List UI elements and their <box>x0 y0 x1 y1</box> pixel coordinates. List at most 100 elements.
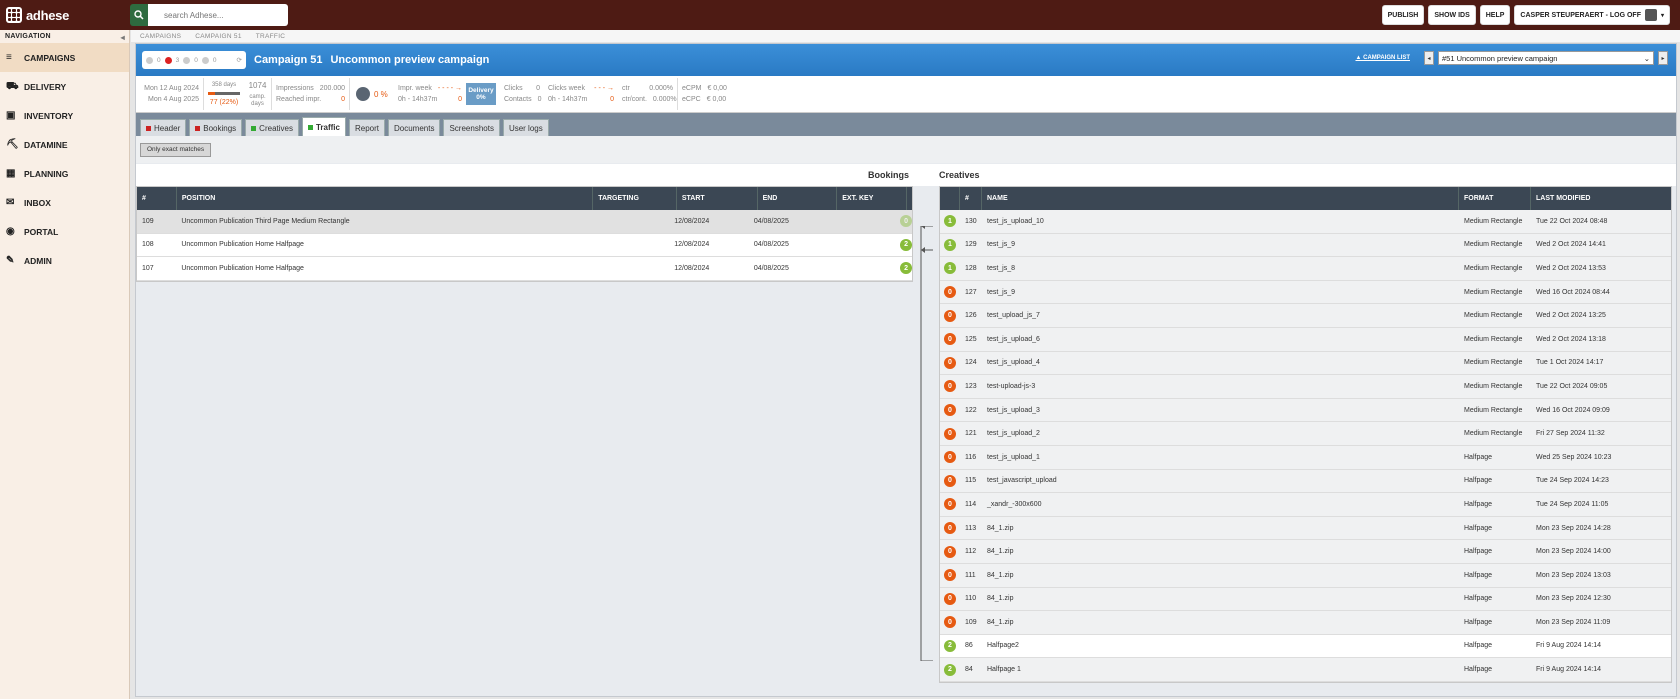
col-header[interactable]: LAST MODIFIED <box>1531 187 1671 210</box>
table-row[interactable]: 0 110 84_1.zip Halfpage Mon 23 Sep 2024 12:3… <box>940 587 1671 612</box>
sidebar-item-inbox[interactable]: ✉ INBOX <box>0 188 129 217</box>
tab-screenshots[interactable]: Screenshots <box>443 119 500 136</box>
refresh-icon[interactable]: ⟳ <box>237 56 242 64</box>
collapse-icon[interactable]: ◂ <box>121 33 125 42</box>
booking-count-badge[interactable]: 0 <box>944 380 956 393</box>
portal-icon: ◉ <box>6 225 15 237</box>
col-header[interactable]: TARGETING <box>593 187 677 210</box>
col-header[interactable]: FORMAT <box>1459 187 1531 210</box>
tab-header[interactable]: Header <box>140 119 187 136</box>
booking-count-badge[interactable]: 2 <box>944 639 956 652</box>
sidebar-item-planning[interactable]: ▦ PLANNING <box>0 159 129 188</box>
booking-count-badge[interactable]: 0 <box>944 498 956 511</box>
booking-count-badge[interactable]: 1 <box>944 215 956 228</box>
logoff-button[interactable]: CASPER STEUPERAERT - LOG OFF ▾ <box>1514 5 1670 25</box>
table-row[interactable]: 0 123 test-upload-js-3 Medium Rectangle Tue … <box>940 375 1671 399</box>
booking-count-badge[interactable]: 0 <box>944 333 956 346</box>
sidebar-item-portal[interactable]: ◉ PORTAL <box>0 217 129 246</box>
breadcrumb-campaign[interactable]: CAMPAIGN 51 <box>191 33 246 40</box>
cell-id: 116 <box>965 453 977 461</box>
cell-format: Medium Rectangle <box>1464 359 1523 367</box>
help-button[interactable]: HELP <box>1479 5 1511 25</box>
campaign-select[interactable]: #51 Uncommon preview campaign ⌄ <box>1438 51 1654 65</box>
booking-count-badge[interactable]: 2 <box>944 663 956 676</box>
table-row[interactable]: 0 122 test_js_upload_3 Medium Rectangle Wed … <box>940 398 1671 423</box>
cell-name: test_js_upload_1 <box>987 453 1040 461</box>
table-row[interactable]: 2 86 Halfpage2 Halfpage Fri 9 Aug 2024 14:14 <box>940 634 1671 659</box>
booking-count-badge[interactable]: 0 <box>944 569 956 582</box>
booking-count-badge[interactable]: 0 <box>944 356 956 369</box>
table-row[interactable]: 2 84 Halfpage 1 Halfpage Fri 9 Aug 2024 14:1… <box>940 658 1671 682</box>
booking-count-badge[interactable]: 0 <box>944 309 956 322</box>
tab-documents[interactable]: Documents <box>388 119 441 136</box>
impr-week-time: 0h - 14h37m <box>398 96 438 103</box>
table-row[interactable]: 0 109 84_1.zip Halfpage Mon 23 Sep 2024 11:0… <box>940 611 1671 635</box>
booking-count-badge[interactable]: 0 <box>944 545 956 558</box>
breadcrumb-campaigns[interactable]: CAMPAIGNS <box>136 33 185 40</box>
table-row[interactable]: 108 Uncommon Publication Home Halfpage 12/… <box>137 233 912 258</box>
cell-format: Halfpage <box>1464 477 1493 485</box>
tab-user-logs[interactable]: User logs <box>502 119 549 136</box>
publish-button[interactable]: PUBLISH <box>1381 5 1425 25</box>
sidebar-item-inventory[interactable]: ▣ INVENTORY <box>0 101 129 130</box>
table-row[interactable]: 0 124 test_js_upload_4 Medium Rectangle Tue … <box>940 351 1671 376</box>
table-row[interactable]: 0 115 test_javascript_upload Halfpage Tue 24… <box>940 469 1671 494</box>
booking-count-badge[interactable]: 0 <box>944 286 956 299</box>
table-row[interactable]: 1 129 test_js_9 Medium Rectangle Wed 2 Oct 2… <box>940 233 1671 258</box>
table-row[interactable]: 0 116 test_js_upload_1 Halfpage Wed 25 Sep 2… <box>940 445 1671 470</box>
sidebar-item-delivery[interactable]: ⛟ DELIVERY <box>0 72 129 101</box>
col-header[interactable]: EXT. KEY <box>837 187 907 210</box>
search-icon[interactable] <box>130 4 148 26</box>
next-campaign-button[interactable]: ▸ <box>1658 51 1668 65</box>
col-header[interactable]: START <box>677 187 758 210</box>
campaign-nav: ▲ CAMPAIGN LIST ◂ #51 Uncommon preview c… <box>1356 51 1668 65</box>
booking-count-badge[interactable]: 1 <box>944 262 956 275</box>
tab-report[interactable]: Report <box>348 119 385 136</box>
table-row[interactable]: 0 112 84_1.zip Halfpage Mon 23 Sep 2024 14:0… <box>940 540 1671 564</box>
match-count-badge[interactable]: 0 <box>900 215 912 228</box>
tab-label: Header <box>154 123 181 133</box>
booking-count-badge[interactable]: 0 <box>944 404 956 417</box>
sidebar-item-datamine[interactable]: ⛏ DATAMINE <box>0 130 129 159</box>
col-header[interactable]: # <box>137 187 177 210</box>
table-row[interactable]: 0 113 84_1.zip Halfpage Mon 23 Sep 2024 14:2… <box>940 516 1671 541</box>
booking-count-badge[interactable]: 0 <box>944 427 956 440</box>
sidebar-item-campaigns[interactable]: ≡ CAMPAIGNS <box>0 43 129 72</box>
col-header[interactable] <box>940 187 960 210</box>
table-row[interactable]: 0 114 _xandr_-300x600 Halfpage Tue 24 Sep 20… <box>940 493 1671 517</box>
booking-count-badge[interactable]: 0 <box>944 522 956 535</box>
sidebar-item-admin[interactable]: ✎ ADMIN <box>0 246 129 275</box>
col-header[interactable]: END <box>758 187 838 210</box>
col-header[interactable]: POSITION <box>177 187 594 210</box>
search-input[interactable] <box>148 4 288 26</box>
booking-count-badge[interactable]: 0 <box>944 592 956 605</box>
table-row[interactable]: 0 127 test_js_9 Medium Rectangle Wed 16 Oct … <box>940 280 1671 305</box>
col-header[interactable]: # <box>960 187 982 210</box>
booking-count-badge[interactable]: 1 <box>944 238 956 251</box>
booking-count-badge[interactable]: 0 <box>944 616 956 629</box>
tab-traffic[interactable]: Traffic <box>301 117 346 136</box>
booking-count-badge[interactable]: 0 <box>944 474 956 487</box>
table-row[interactable]: 109 Uncommon Publication Third Page Mediu… <box>137 210 912 234</box>
breadcrumb-traffic[interactable]: TRAFFIC <box>252 33 290 40</box>
booking-count-badge[interactable]: 0 <box>944 451 956 464</box>
match-count-badge[interactable]: 2 <box>900 238 912 251</box>
table-row[interactable]: 1 128 test_js_8 Medium Rectangle Wed 2 Oct 2… <box>940 257 1671 281</box>
only-exact-matches-button[interactable]: Only exact matches <box>140 142 212 157</box>
table-row[interactable]: 0 125 test_js_upload_6 Medium Rectangle Wed … <box>940 327 1671 352</box>
match-count-badge[interactable]: 2 <box>900 262 912 275</box>
table-row[interactable]: 1 130 test_js_upload_10 Medium Rectangle Tue… <box>940 210 1671 234</box>
table-row[interactable]: 0 126 test_upload_js_7 Medium Rectangle Wed … <box>940 304 1671 328</box>
logo[interactable]: adhese <box>6 7 69 23</box>
col-header[interactable]: NAME <box>982 187 1459 210</box>
cell-format: Halfpage <box>1464 642 1493 650</box>
tab-bookings[interactable]: Bookings <box>189 119 243 136</box>
table-row[interactable]: 0 121 test_js_upload_2 Medium Rectangle Fri … <box>940 422 1671 446</box>
campaign-list-link[interactable]: ▲ CAMPAIGN LIST <box>1356 55 1411 61</box>
table-row[interactable]: 107 Uncommon Publication Home Halfpage 12/… <box>137 257 912 281</box>
show-ids-button[interactable]: SHOW IDS <box>1428 5 1476 25</box>
table-row[interactable]: 0 111 84_1.zip Halfpage Mon 23 Sep 2024 13:0… <box>940 563 1671 588</box>
user-avatar-icon[interactable] <box>1644 9 1657 21</box>
prev-campaign-button[interactable]: ◂ <box>1424 51 1434 65</box>
tab-creatives[interactable]: Creatives <box>245 119 299 136</box>
